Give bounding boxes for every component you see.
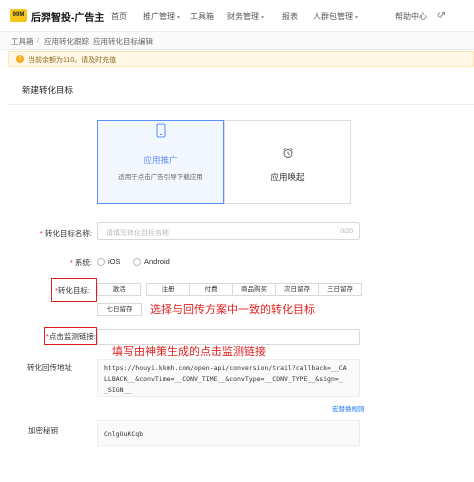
notice-text: 当前余额为110。请及时充值	[28, 57, 117, 64]
balance-notice: ! 当前余额为110。请及时充值	[8, 51, 474, 67]
goal-label: *转化目标:	[55, 286, 91, 295]
chevron-down-icon: ▾	[177, 15, 181, 21]
card-app-promotion[interactable]: 应用推广 适用于点击广告引导下载应用	[97, 120, 224, 204]
breadcrumb-separator: /	[86, 36, 89, 45]
system-label-text: 系统:	[74, 258, 92, 267]
name-label-text: 转化目标名称:	[44, 229, 92, 238]
annotation-goal-hint: 选择与回传方案中一致的转化目标	[150, 304, 315, 316]
card-title: 应用推广	[143, 155, 178, 165]
goal-option[interactable]: 七日留存	[97, 303, 142, 316]
radio-android-label[interactable]: Android	[144, 257, 170, 266]
chevron-down-icon: ▾	[355, 15, 359, 21]
callback-label: 转化回传地址	[27, 363, 72, 372]
nav-audience-label: 人群包管理	[313, 12, 353, 21]
nav-finance[interactable]: 财务管理 ▾	[227, 11, 264, 22]
callback-url-line: https://houyi.kkmh.com/open-api/conversi…	[104, 364, 347, 372]
goal-option[interactable]: 注册	[146, 283, 190, 296]
app-title: 后羿智投-广告主	[31, 13, 105, 24]
char-counter: 0/20	[340, 228, 353, 235]
breadcrumb: 工具箱 / 应用转化跟踪 / 应用转化目标编辑	[0, 32, 474, 50]
radio-android[interactable]	[133, 258, 141, 266]
secret-value: CnlgUuKCqb	[104, 430, 144, 438]
goal-option[interactable]: 付费	[189, 283, 233, 296]
nav-home[interactable]: 首页	[111, 11, 127, 22]
callback-url-box[interactable]: https://houyi.kkmh.com/open-api/conversi…	[97, 359, 360, 397]
goal-option[interactable]: 次日留存	[275, 283, 319, 296]
radio-ios[interactable]	[97, 258, 105, 266]
callback-url-line: LLBACK__&convTime=__CONV_TIME__&convType…	[104, 375, 343, 383]
callback-url-line: _SIGN__	[104, 386, 132, 394]
warning-icon: !	[16, 55, 24, 63]
nav-promotion[interactable]: 推广管理 ▾	[143, 11, 180, 22]
breadcrumb-separator: /	[37, 36, 40, 45]
name-label: * 转化目标名称:	[39, 229, 92, 238]
breadcrumb-current: 应用转化目标编辑	[93, 37, 153, 46]
goal-option[interactable]: 激活	[97, 283, 141, 296]
macro-rules-link[interactable]: 宏替换规则	[332, 403, 365, 413]
nav-reports[interactable]: 报表	[282, 11, 298, 22]
goal-option[interactable]: 三日留存	[318, 283, 362, 296]
nav-finance-label: 财务管理	[227, 12, 259, 21]
monitor-label: *点击监测链接:	[46, 332, 97, 341]
logo-icon: 99M	[10, 9, 27, 22]
nav-audience[interactable]: 人群包管理 ▾	[313, 11, 358, 22]
divider	[8, 104, 474, 105]
card-title: 应用唤起	[270, 172, 305, 182]
page-title: 新建转化目标	[22, 85, 74, 95]
radio-ios-label[interactable]: iOS	[108, 257, 121, 266]
top-navbar: 99M 后羿智投-广告主 首页 推广管理 ▾ 工具箱 财务管理 ▾ 报表 人群包管理…	[0, 0, 474, 32]
breadcrumb-conversion-tracking[interactable]: 应用转化跟踪	[44, 36, 89, 47]
annotation-monitor-hint: 填写由神策生成的点击监测链接	[112, 346, 266, 358]
secret-box[interactable]: CnlgUuKCqb	[97, 420, 360, 446]
chevron-down-icon: ▾	[261, 15, 265, 21]
nav-toolbox[interactable]: 工具箱	[190, 11, 214, 22]
system-label: * 系统:	[69, 258, 92, 267]
card-app-wakeup[interactable]: 应用唤起	[224, 120, 351, 204]
goal-label-text: 转化目标:	[57, 286, 91, 295]
nav-help[interactable]: 帮助中心	[395, 11, 427, 22]
breadcrumb-toolbox[interactable]: 工具箱	[11, 36, 34, 47]
goal-option[interactable]: 商品购买	[232, 283, 276, 296]
goal-name-placeholder: 请填写转化目标名称	[106, 230, 169, 237]
monitor-label-text: 点击监测链接:	[48, 332, 97, 341]
goal-name-input[interactable]: 请填写转化目标名称 0/20	[97, 222, 360, 240]
secret-label: 加密秘钥	[28, 426, 58, 435]
alarm-clock-icon	[283, 147, 292, 158]
link-icon[interactable]	[437, 10, 447, 20]
card-desc: 适用于点击广告引导下载应用	[118, 174, 203, 181]
nav-promotion-label: 推广管理	[143, 12, 175, 21]
phone-icon	[156, 123, 165, 138]
